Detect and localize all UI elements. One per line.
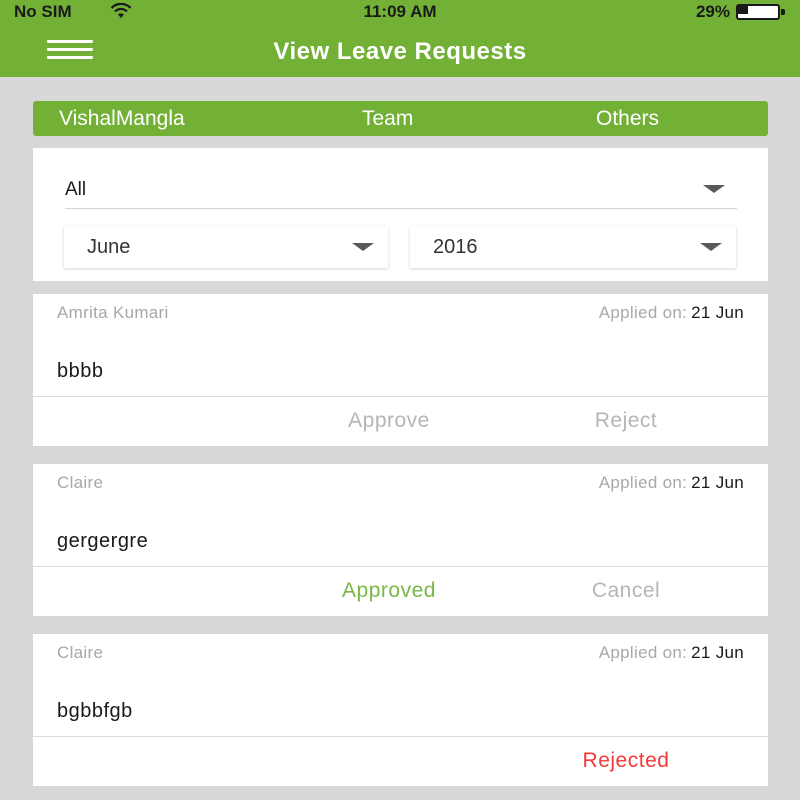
- leave-reason: bbbb: [57, 360, 104, 382]
- leave-type-value: All: [65, 179, 87, 200]
- year-value: 2016: [433, 236, 478, 258]
- leave-request-card: Claire Applied on: 21 Jun bgbbfgb Rejecte…: [33, 634, 768, 786]
- status-approved: Approved: [342, 579, 436, 602]
- battery-percent: 29%: [695, 2, 730, 21]
- requester-name: Amrita Kumari: [57, 303, 169, 322]
- requester-name: Claire: [57, 643, 104, 662]
- chevron-down-icon: [700, 243, 722, 251]
- leave-type-select[interactable]: All: [65, 176, 737, 209]
- filter-panel: All June 2016: [33, 148, 768, 281]
- divider: [33, 396, 768, 397]
- applied-on-label: Applied on:: [598, 303, 688, 322]
- requester-name: Claire: [57, 473, 104, 492]
- chevron-down-icon: [703, 185, 725, 193]
- applied-on: Applied on: 21 Jun: [599, 303, 744, 323]
- clock: 11:09 AM: [363, 2, 437, 21]
- leave-reason: bgbbfgb: [57, 700, 133, 722]
- leave-request-card: Claire Applied on: 21 Jun gergergre Appro…: [33, 464, 768, 616]
- chevron-down-icon: [352, 243, 374, 251]
- status-rejected: Rejected: [582, 749, 670, 772]
- battery-icon: [736, 4, 786, 20]
- app-header: No SIM 11:09 AM 29% View Leave Requests: [0, 0, 800, 77]
- month-select[interactable]: June: [64, 226, 388, 268]
- applied-date: 21 Jun: [691, 473, 744, 492]
- tab-team[interactable]: Team: [362, 107, 413, 131]
- page-title: View Leave Requests: [273, 38, 527, 65]
- divider: [33, 566, 768, 567]
- applied-on-label: Applied on:: [598, 473, 688, 492]
- applied-on: Applied on: 21 Jun: [599, 643, 744, 663]
- status-bar: No SIM 11:09 AM 29%: [0, 0, 800, 24]
- leave-request-card: Amrita Kumari Applied on: 21 Jun bbbb App…: [33, 294, 768, 446]
- applied-on-label: Applied on:: [598, 643, 688, 662]
- segment-tabs: VishalMangla Team Others: [33, 101, 768, 136]
- leave-reason: gergergre: [57, 530, 149, 552]
- applied-date: 21 Jun: [691, 303, 744, 322]
- approve-button[interactable]: Approve: [329, 409, 449, 433]
- divider: [33, 736, 768, 737]
- year-select[interactable]: 2016: [410, 226, 736, 268]
- reject-button[interactable]: Reject: [563, 409, 689, 433]
- cancel-button[interactable]: Cancel: [563, 579, 689, 603]
- tab-vishalmangla[interactable]: VishalMangla: [59, 107, 185, 131]
- tab-others[interactable]: Others: [596, 107, 659, 131]
- applied-on: Applied on: 21 Jun: [599, 473, 744, 493]
- month-value: June: [87, 236, 131, 258]
- applied-date: 21 Jun: [691, 643, 744, 662]
